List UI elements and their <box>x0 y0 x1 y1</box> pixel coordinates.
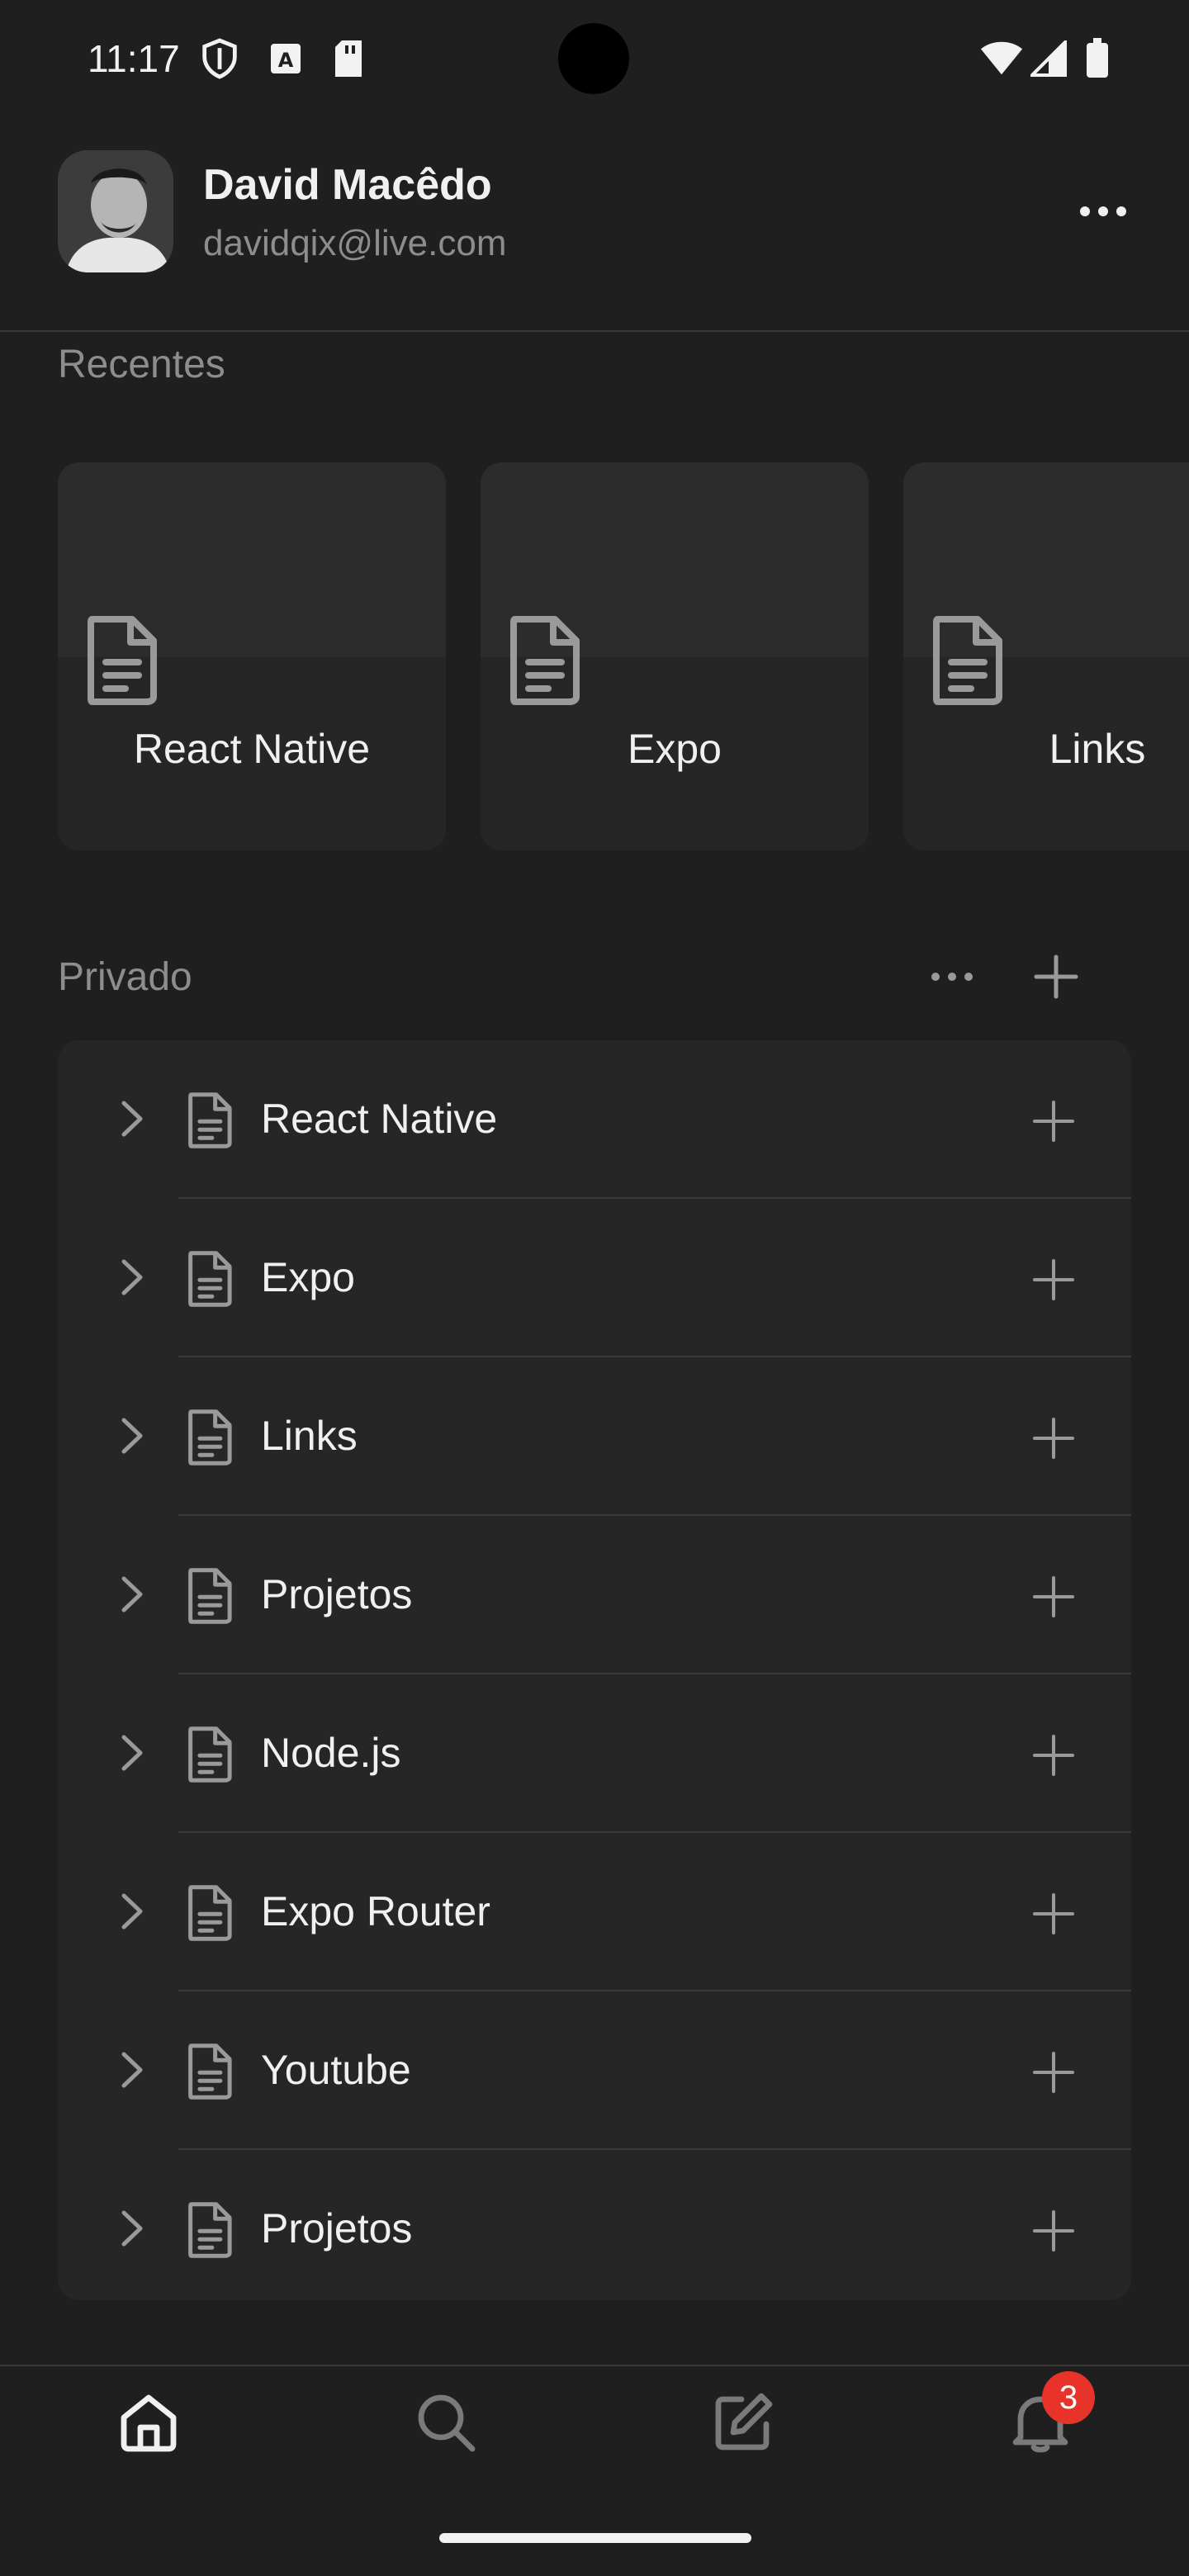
sd-card-icon <box>332 38 365 79</box>
document-icon <box>86 614 160 707</box>
list-item-label: Youtube <box>261 2047 411 2093</box>
chevron-right-icon[interactable] <box>117 1415 147 1456</box>
more-horizontal-icon[interactable] <box>1073 195 1133 228</box>
document-icon <box>187 1250 234 1308</box>
add-icon[interactable] <box>1032 1417 1075 1460</box>
battery-icon <box>1085 38 1110 79</box>
list-item[interactable]: Youtube <box>58 1991 1131 2150</box>
chevron-right-icon[interactable] <box>117 1574 147 1615</box>
signal-icon <box>1030 38 1067 79</box>
recent-card-title: Links <box>1049 726 1146 772</box>
list-item[interactable]: Expo Router <box>58 1833 1131 1991</box>
chevron-right-icon[interactable] <box>117 1891 147 1932</box>
document-icon <box>187 2201 234 2259</box>
shield-icon <box>201 38 238 79</box>
private-list: React Native Expo Links Projetos Node.js… <box>58 1040 1131 2300</box>
tab-search[interactable] <box>413 2389 479 2455</box>
document-icon <box>187 2043 234 2100</box>
list-item-label: Expo Router <box>261 1888 490 1934</box>
private-more-icon[interactable] <box>928 964 976 989</box>
front-camera <box>558 23 629 94</box>
recent-card-react-native[interactable]: React Native <box>58 462 446 850</box>
document-icon <box>509 614 583 707</box>
recent-section-label: Recentes <box>58 343 225 386</box>
notification-badge: 3 <box>1042 2371 1095 2424</box>
tab-home[interactable] <box>116 2389 182 2455</box>
recent-card-title: Expo <box>628 726 722 772</box>
list-item[interactable]: Expo <box>58 1199 1131 1357</box>
list-item[interactable]: Projetos <box>58 2150 1131 2308</box>
list-item-label: Expo <box>261 1254 355 1300</box>
chevron-right-icon[interactable] <box>117 2208 147 2249</box>
list-item[interactable]: Projetos <box>58 1516 1131 1674</box>
user-name: David Macêdo <box>203 161 492 209</box>
list-item-label: Projetos <box>261 1571 413 1617</box>
add-icon[interactable] <box>1032 1100 1075 1143</box>
list-item[interactable]: Links <box>58 1357 1131 1516</box>
recent-card-links[interactable]: Links <box>903 462 1189 850</box>
svg-text:A: A <box>278 49 294 72</box>
home-icon <box>121 2394 177 2452</box>
document-icon <box>187 1567 234 1625</box>
list-item-label: React Native <box>261 1096 498 1142</box>
home-indicator[interactable] <box>439 2533 751 2543</box>
chevron-right-icon[interactable] <box>117 1257 147 1298</box>
tab-bar-divider <box>0 2365 1189 2366</box>
list-item[interactable]: React Native <box>58 1040 1131 1199</box>
document-icon <box>931 614 1006 707</box>
add-icon[interactable] <box>1032 1258 1075 1301</box>
list-item[interactable]: Node.js <box>58 1674 1131 1833</box>
tab-new[interactable] <box>710 2389 776 2455</box>
list-item-label: Node.js <box>261 1730 401 1776</box>
document-icon <box>187 1409 234 1466</box>
recent-card-title: React Native <box>133 726 371 772</box>
wifi-icon <box>979 38 1024 79</box>
document-icon <box>187 1091 234 1149</box>
add-icon[interactable] <box>1032 1734 1075 1777</box>
recent-card-expo[interactable]: Expo <box>481 462 869 850</box>
chevron-right-icon[interactable] <box>117 1098 147 1139</box>
private-add-icon[interactable] <box>1034 954 1078 999</box>
search-icon <box>418 2394 476 2452</box>
private-section-label: Privado <box>58 955 192 999</box>
chevron-right-icon[interactable] <box>117 2049 147 2091</box>
header-divider <box>0 330 1189 332</box>
edit-icon <box>715 2393 773 2451</box>
document-icon <box>187 1884 234 1942</box>
user-email: davidqix@live.com <box>203 223 507 263</box>
list-item-label: Projetos <box>261 2205 413 2252</box>
document-icon <box>187 1726 234 1783</box>
list-item-label: Links <box>261 1413 358 1459</box>
add-icon[interactable] <box>1032 2209 1075 2252</box>
avatar[interactable] <box>58 150 173 272</box>
chevron-right-icon[interactable] <box>117 1732 147 1773</box>
add-icon[interactable] <box>1032 2051 1075 2094</box>
add-icon[interactable] <box>1032 1892 1075 1935</box>
add-icon[interactable] <box>1032 1575 1075 1618</box>
status-time: 11:17 <box>88 37 180 80</box>
font-a-icon: A <box>269 38 302 79</box>
